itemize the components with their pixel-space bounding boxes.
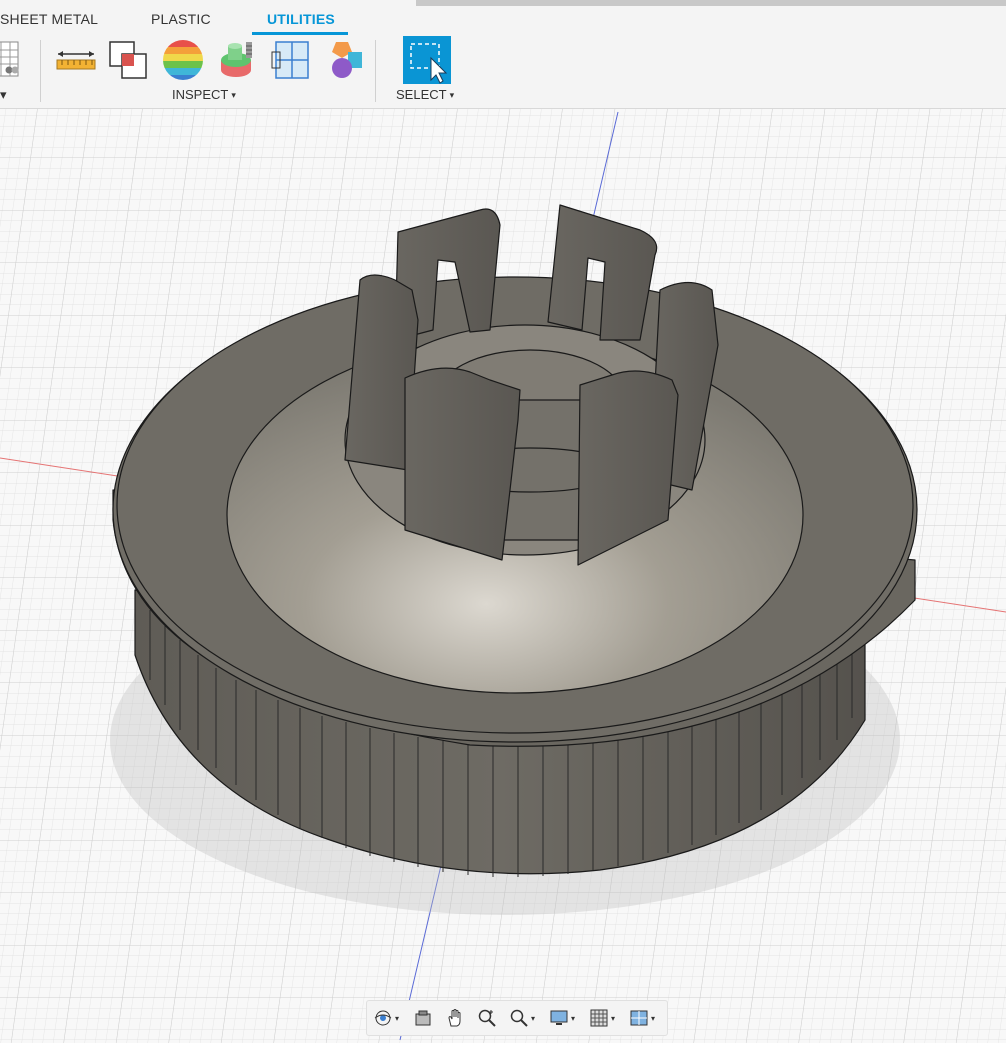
group-separator — [40, 40, 41, 102]
group-separator — [375, 40, 376, 102]
look-at-icon[interactable] — [413, 1006, 433, 1030]
zoom-icon[interactable] — [477, 1006, 497, 1030]
active-tab-indicator — [252, 32, 348, 35]
partial-group-caret[interactable]: ▾ — [0, 87, 7, 103]
measure-icon[interactable] — [54, 38, 98, 82]
pan-icon[interactable] — [445, 1006, 465, 1030]
table-icon[interactable] — [0, 38, 24, 82]
display-settings-icon[interactable]: ▾ — [549, 1006, 575, 1030]
orbit-icon[interactable]: ▾ — [373, 1006, 399, 1030]
fit-icon[interactable]: ▾ — [509, 1006, 535, 1030]
viewport-canvas[interactable] — [0, 109, 1006, 1043]
display-component-colors-icon[interactable] — [322, 38, 366, 82]
viewports-icon[interactable]: ▾ — [629, 1006, 655, 1030]
select-group-label[interactable]: SELECT ▾ — [396, 87, 454, 102]
ribbon-toolbar: SHEET METAL PLASTIC UTILITIES ▾ INSPECT … — [0, 0, 1006, 109]
draft-analysis-icon[interactable] — [216, 38, 260, 82]
tab-utilities[interactable]: UTILITIES — [267, 11, 335, 27]
inspect-group-label[interactable]: INSPECT ▾ — [172, 87, 236, 102]
window-select-icon[interactable] — [403, 36, 451, 84]
grid-snap-icon[interactable]: ▾ — [589, 1006, 615, 1030]
tab-plastic[interactable]: PLASTIC — [151, 11, 211, 27]
tab-sheet-metal[interactable]: SHEET METAL — [0, 11, 98, 27]
title-strip — [416, 0, 1006, 6]
zebra-analysis-icon[interactable] — [161, 38, 205, 82]
interference-icon[interactable] — [106, 38, 150, 82]
model-viewport[interactable] — [0, 109, 1006, 1043]
navigation-bar: ▾ ▾ ▾ ▾ ▾ — [366, 1000, 668, 1036]
section-analysis-icon[interactable] — [270, 38, 314, 82]
